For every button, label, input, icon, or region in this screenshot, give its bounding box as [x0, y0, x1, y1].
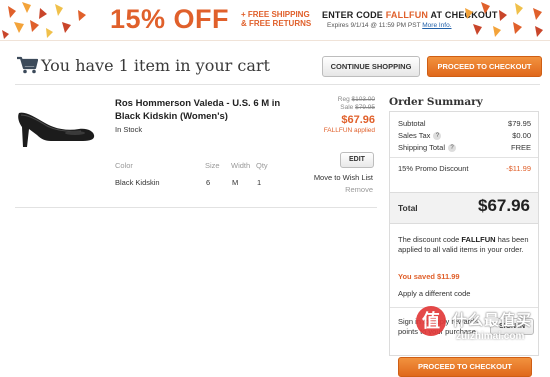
move-to-wishlist-link[interactable]: Move to Wish List	[305, 173, 373, 182]
proceed-to-checkout-bottom-button[interactable]: PROCEED TO CHECKOUT	[398, 357, 532, 377]
free-shipping-line: + FREE SHIPPING	[241, 10, 310, 19]
leaves-decoration-icon	[2, 2, 86, 39]
watermark-url: zuizhimai.com	[456, 331, 525, 342]
divider	[15, 84, 540, 85]
code-applied: FALLFUN applied	[323, 127, 375, 134]
apply-different-code-link[interactable]: Apply a different code	[398, 289, 470, 298]
promo-offer: 15% OFF	[110, 4, 230, 34]
you-saved-text: You saved $11.99	[398, 272, 460, 281]
color-header: Color	[115, 161, 133, 170]
divider	[390, 157, 538, 158]
sale-price-value: $79.95	[355, 104, 375, 111]
size-header: Size	[205, 161, 220, 170]
enter-code-prefix: ENTER CODE	[322, 10, 386, 20]
cart-icon	[17, 56, 38, 74]
question-icon[interactable]: ?	[433, 132, 442, 141]
stock-status: In Stock	[115, 125, 143, 134]
sale-price: Sale $79.95	[300, 104, 375, 111]
sales-tax-label: Sales Tax	[398, 131, 431, 140]
current-price: $67.96	[341, 114, 375, 126]
continue-shopping-button[interactable]: CONTINUE SHOPPING	[322, 56, 420, 77]
watermark: 值 什么最值买 zuizhimai.com	[408, 300, 550, 354]
regular-price: Reg $103.00	[300, 96, 375, 103]
qty-value: 1	[257, 178, 262, 187]
promo-expires: Expires 9/1/14 @ 11:59 PM PST More Info.	[327, 22, 452, 29]
free-shipping-text: + FREE SHIPPING & FREE RETURNS	[241, 10, 311, 28]
more-info-link[interactable]: More Info.	[422, 22, 451, 29]
qty-header: Qty	[256, 161, 268, 170]
shipping-value: FREE	[510, 143, 531, 152]
promo-code: FALLFUN	[385, 10, 429, 20]
reg-price: $103.00	[351, 96, 376, 103]
size-value: 6	[206, 178, 211, 187]
discount-value: -$11.99	[506, 164, 531, 173]
discount-row: 15% Promo Discount -$11.99	[398, 164, 531, 173]
shipping-row: Shipping Total? FREE	[398, 143, 531, 153]
question-icon[interactable]: ?	[447, 144, 456, 153]
product-image[interactable]	[15, 93, 97, 151]
total-value: $67.96	[478, 196, 530, 215]
product-name-link[interactable]: Ros Hommerson Valeda - U.S. 6 M in Black…	[115, 97, 285, 123]
msg-prefix: The discount code	[398, 235, 462, 244]
order-summary-title: Order Summary	[389, 96, 483, 108]
sales-tax-value: $0.00	[512, 131, 531, 140]
subtotal-value: $79.95	[508, 119, 531, 128]
divider	[15, 207, 377, 208]
remove-link[interactable]: Remove	[305, 185, 373, 194]
discount-label: 15% Promo Discount	[398, 164, 469, 173]
expires-text: Expires 9/1/14 @ 11:59 PM PST	[327, 22, 421, 29]
total-row: Total $67.96	[390, 192, 538, 224]
msg-code: FALLFUN	[461, 235, 496, 244]
subtotal-label: Subtotal	[398, 119, 426, 128]
total-label: Total	[398, 203, 418, 213]
width-value: M	[232, 178, 239, 187]
subtotal-row: Subtotal $79.95	[398, 119, 531, 128]
promo-banner[interactable]: 15% OFF + FREE SHIPPING & FREE RETURNS E…	[0, 0, 550, 41]
leaves-decoration-icon	[465, 2, 543, 37]
edit-button[interactable]: EDIT	[340, 152, 374, 168]
cart-title: You have 1 item in your cart	[41, 56, 270, 75]
price-block: Reg $103.00 Sale $79.95 $67.96 FALLFUN a…	[300, 96, 375, 134]
width-header: Width	[231, 161, 251, 170]
discount-message: The discount code FALLFUN has been appli…	[398, 235, 533, 255]
sale-label: Sale	[340, 104, 356, 111]
watermark-logo: 值	[416, 306, 446, 336]
color-value: Black Kidskin	[115, 178, 160, 187]
reg-label: Reg	[337, 96, 352, 103]
watermark-title: 什么最值买	[452, 312, 533, 329]
proceed-to-checkout-button[interactable]: PROCEED TO CHECKOUT	[427, 56, 542, 77]
free-returns-line: & FREE RETURNS	[241, 19, 312, 28]
shipping-label: Shipping Total	[398, 143, 445, 152]
sales-tax-row: Sales Tax? $0.00	[398, 131, 531, 141]
